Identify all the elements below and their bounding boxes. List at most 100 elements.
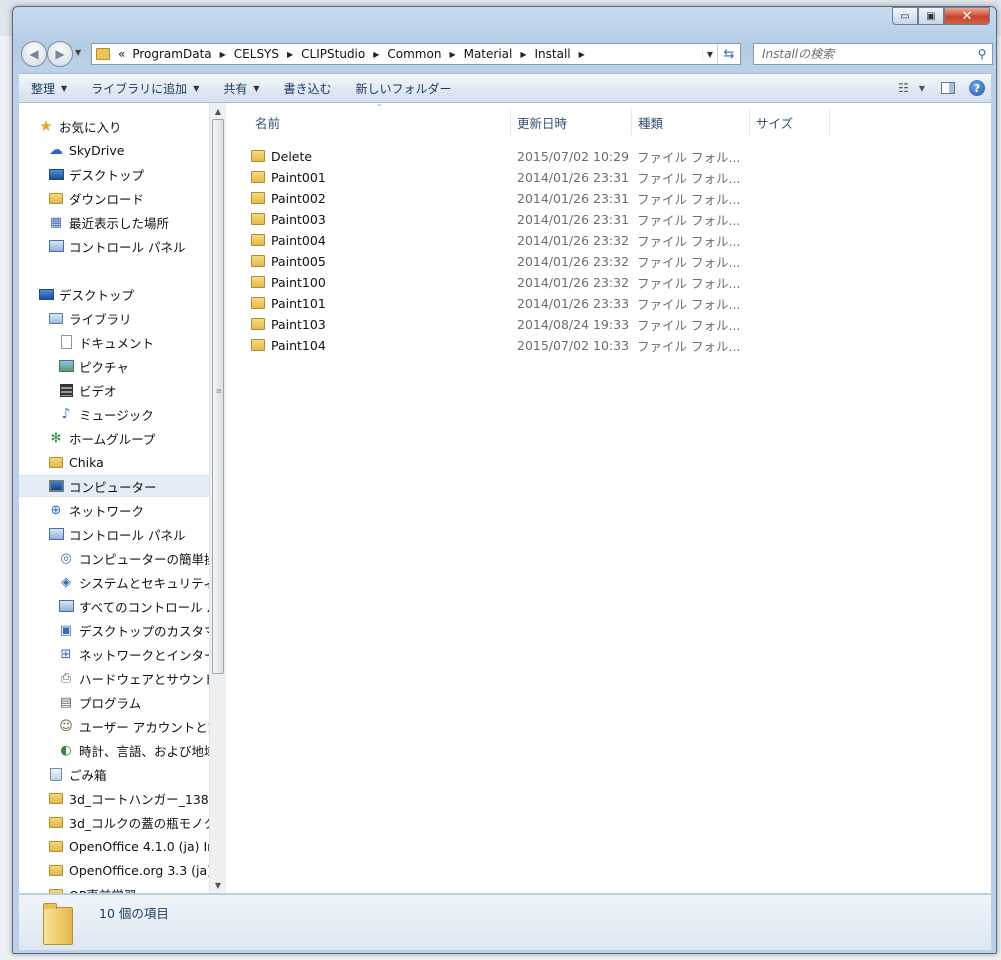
scrollbar-thumb[interactable]: ≡: [212, 119, 224, 674]
breadcrumb-separator-icon[interactable]: ▶: [282, 50, 298, 59]
column-header-size[interactable]: サイズ: [750, 109, 830, 135]
nav-recent-places[interactable]: ▦ 最近表示した場所: [48, 211, 169, 233]
nav-desktop[interactable]: デスクトップ: [38, 283, 134, 305]
organize-button[interactable]: 整理 ▼: [19, 77, 79, 99]
breadcrumb-separator-icon[interactable]: ▶: [215, 50, 231, 59]
file-row[interactable]: Paint100 2014/01/26 23:32 ファイル フォル...: [232, 272, 752, 293]
breadcrumb-material[interactable]: Material: [461, 47, 516, 61]
breadcrumb-celsys[interactable]: CELSYS: [231, 47, 282, 61]
nav-folder-op-pre-study[interactable]: OP事前学習: [48, 883, 136, 893]
navigation-row: ◀ ▶ ▼ « ProgramData ▶ CELSYS ▶ CLIPStudi…: [19, 41, 993, 69]
nav-label: ビデオ: [79, 383, 117, 399]
nav-documents[interactable]: ドキュメント: [58, 331, 154, 353]
breadcrumb-install[interactable]: Install: [532, 47, 574, 61]
nav-control-panel[interactable]: コントロール パネル: [48, 523, 185, 545]
nav-computer[interactable]: コンピューター: [19, 475, 209, 497]
nav-chika[interactable]: Chika: [48, 451, 104, 473]
nav-label: 最近表示した場所: [69, 215, 170, 231]
close-button[interactable]: ✕: [944, 7, 990, 25]
breadcrumb-separator-icon[interactable]: ▶: [574, 50, 590, 59]
view-options-button[interactable]: ☷ ▼: [892, 81, 931, 95]
address-history-dropdown[interactable]: ▼: [702, 49, 717, 59]
column-header-date[interactable]: 更新日時: [511, 109, 632, 135]
nav-personalize[interactable]: ▣ デスクトップのカスタマ: [58, 619, 209, 641]
nav-favorites[interactable]: ★ お気に入り: [38, 115, 121, 137]
nav-folder-cork-bottle[interactable]: 3d_コルクの蓋の瓶モノク: [48, 811, 209, 833]
column-header-type[interactable]: 種類: [632, 109, 750, 135]
search-icon[interactable]: ⚲: [972, 47, 992, 61]
file-row[interactable]: Paint101 2014/01/26 23:33 ファイル フォル...: [232, 293, 752, 314]
file-row[interactable]: Delete 2015/07/02 10:29 ファイル フォル...: [232, 146, 752, 167]
nav-folder-openoffice-33[interactable]: OpenOffice.org 3.3 (ja): [48, 859, 209, 881]
scroll-up-icon[interactable]: ▲: [210, 103, 226, 119]
new-folder-button[interactable]: 新しいフォルダー: [344, 77, 464, 99]
organize-label: 整理: [31, 81, 56, 96]
nav-hardware-sound[interactable]: ⎙ ハードウェアとサウンド: [58, 667, 209, 689]
file-row[interactable]: Paint104 2015/07/02 10:33 ファイル フォル...: [232, 335, 752, 356]
burn-button[interactable]: 書き込む: [272, 77, 344, 99]
nav-videos[interactable]: ビデオ: [58, 379, 117, 401]
nav-all-control-panel[interactable]: すべてのコントロール パ: [58, 595, 209, 617]
file-name: Paint004: [271, 233, 326, 248]
nav-clock-region[interactable]: ◐ 時計、言語、および地域: [58, 739, 209, 761]
file-row[interactable]: Paint002 2014/01/26 23:31 ファイル フォル...: [232, 188, 752, 209]
nav-libraries[interactable]: ライブラリ: [48, 307, 132, 329]
refresh-button[interactable]: ⇆: [717, 44, 740, 64]
file-row[interactable]: Paint103 2014/08/24 19:33 ファイル フォル...: [232, 314, 752, 335]
nav-folder-openoffice-410[interactable]: OpenOffice 4.1.0 (ja) In: [48, 835, 209, 857]
nav-recycle-bin[interactable]: ごみ箱: [48, 763, 107, 785]
forward-button[interactable]: ▶: [47, 41, 73, 67]
address-bar[interactable]: « ProgramData ▶ CELSYS ▶ CLIPStudio ▶ Co…: [91, 43, 741, 65]
column-header-name[interactable]: 名前: [249, 109, 511, 135]
breadcrumb-separator-icon[interactable]: ▶: [368, 50, 384, 59]
nav-label: 3d_コートハンガー_1381: [69, 791, 209, 807]
nav-ease-of-access[interactable]: ◎ コンピューターの簡単操: [58, 547, 209, 569]
nav-programs[interactable]: ▤ プログラム: [58, 691, 141, 713]
file-type: ファイル フォル...: [637, 150, 741, 165]
maximize-button[interactable]: ▣: [918, 7, 944, 25]
nav-downloads[interactable]: ダウンロード: [48, 187, 144, 209]
scroll-down-icon[interactable]: ▼: [210, 877, 226, 893]
control-panel-icon-shape: [48, 528, 64, 540]
file-row[interactable]: Paint005 2014/01/26 23:32 ファイル フォル...: [232, 251, 752, 272]
recent-pages-dropdown[interactable]: ▼: [75, 48, 81, 57]
file-row[interactable]: Paint004 2014/01/26 23:32 ファイル フォル...: [232, 230, 752, 251]
file-row[interactable]: Paint003 2014/01/26 23:31 ファイル フォル...: [232, 209, 752, 230]
video-icon-shape: [59, 383, 73, 397]
navigation-scrollbar[interactable]: ▲ ≡ ▼: [209, 103, 226, 893]
breadcrumb-separator-icon[interactable]: ▶: [444, 50, 460, 59]
nav-pictures[interactable]: ピクチャ: [58, 355, 129, 377]
nav-homegroup[interactable]: ✻ ホームグループ: [48, 427, 156, 449]
address-overflow-chevron[interactable]: «: [116, 47, 129, 61]
nav-network[interactable]: ⊕ ネットワーク: [48, 499, 144, 521]
back-button[interactable]: ◀: [21, 41, 47, 67]
nav-network-internet[interactable]: ⊞ ネットワークとインター: [58, 643, 209, 665]
breadcrumb-separator-icon[interactable]: ▶: [515, 50, 531, 59]
nav-system-security[interactable]: ◈ システムとセキュリティ: [58, 571, 209, 593]
nav-user-accounts[interactable]: ☺ ユーザー アカウントと家: [58, 715, 209, 737]
share-button[interactable]: 共有 ▼: [211, 77, 271, 99]
add-to-library-button[interactable]: ライブラリに追加 ▼: [79, 77, 211, 99]
nav-fav-control-panel[interactable]: コントロール パネル: [48, 235, 185, 257]
breadcrumb-programdata[interactable]: ProgramData: [129, 47, 214, 61]
nav-folder-coat-hanger[interactable]: 3d_コートハンガー_1381: [48, 787, 209, 809]
file-row[interactable]: Paint001 2014/01/26 23:31 ファイル フォル...: [232, 167, 752, 188]
breadcrumb-clipstudio[interactable]: CLIPStudio: [298, 47, 368, 61]
preview-pane-icon[interactable]: [941, 82, 955, 94]
search-input[interactable]: [754, 44, 972, 64]
view-controls: ☷ ▼ ?: [892, 80, 991, 96]
folder-icon: [48, 887, 64, 893]
folder-icon-shape: [49, 792, 63, 804]
minimize-button[interactable]: ▭: [892, 7, 918, 25]
search-box[interactable]: ⚲: [753, 43, 993, 65]
help-icon[interactable]: ?: [969, 80, 985, 96]
picture-icon: [58, 359, 74, 373]
nav-music[interactable]: ♪ ミュージック: [58, 403, 154, 425]
file-date: 2014/01/26 23:31: [517, 191, 630, 206]
folder-icon: [251, 276, 265, 288]
control-panel-icon: [48, 527, 64, 541]
folder-icon: [251, 339, 265, 351]
nav-fav-desktop[interactable]: デスクトップ: [48, 163, 144, 185]
nav-skydrive[interactable]: ☁ SkyDrive: [48, 139, 124, 161]
breadcrumb-common[interactable]: Common: [384, 47, 444, 61]
